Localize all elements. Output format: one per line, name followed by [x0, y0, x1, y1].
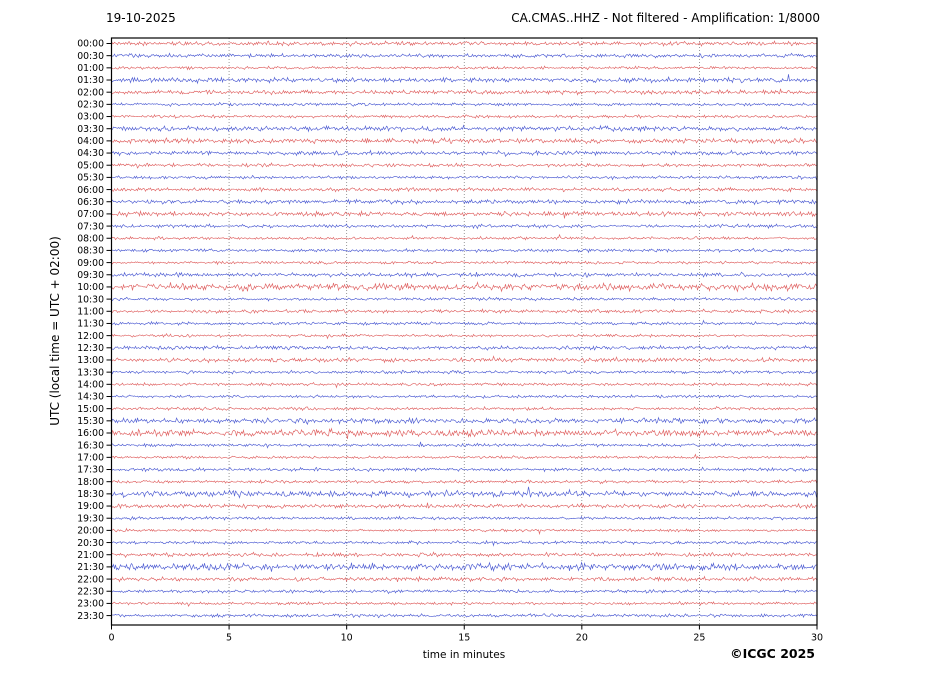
seismogram-trace — [112, 282, 818, 291]
y-tick-label: 03:00 — [77, 112, 104, 123]
y-tick-label: 10:00 — [77, 282, 104, 293]
y-tick-label: 18:00 — [77, 477, 104, 488]
y-tick-label: 19:00 — [77, 501, 104, 512]
y-tick-label: 11:30 — [77, 319, 104, 330]
seismogram-trace — [112, 66, 818, 70]
x-tick-label: 5 — [226, 633, 232, 644]
y-axis: 00:0000:3001:0001:3002:00 02:3003:0003:30… — [77, 39, 111, 622]
y-tick-label: 18:30 — [77, 489, 104, 500]
x-axis: 0 5 10 15 20 25 30 — [108, 625, 823, 644]
helicorder-screen: 19-10-2025 CA.CMAS..HHZ - Not filtered -… — [0, 0, 927, 696]
y-tick-label: 23:00 — [77, 599, 104, 610]
y-tick-label: 12:00 — [77, 331, 104, 342]
y-tick-label: 21:00 — [77, 550, 104, 561]
seismogram-trace — [112, 541, 818, 546]
x-tick-label: 25 — [693, 633, 705, 644]
y-tick-label: 07:00 — [77, 209, 104, 220]
y-tick-label: 00:30 — [77, 51, 104, 62]
x-tick-label: 30 — [811, 633, 823, 644]
y-tick-label: 09:00 — [77, 258, 104, 269]
y-tick-label: 14:30 — [77, 392, 104, 403]
y-tick-label: 17:30 — [77, 465, 104, 476]
y-tick-label: 03:30 — [77, 124, 104, 135]
y-tick-label: 08:30 — [77, 246, 104, 257]
y-tick-label: 21:30 — [77, 562, 104, 573]
y-tick-label: 16:30 — [77, 440, 104, 451]
seismogram-trace — [112, 53, 818, 58]
copyright-label: ©ICGC 2025 — [730, 646, 815, 661]
y-tick-label: 19:30 — [77, 513, 104, 524]
y-tick-label: 15:00 — [77, 404, 104, 415]
y-tick-label: 07:30 — [77, 221, 104, 232]
x-tick-label: 20 — [576, 633, 588, 644]
y-tick-label: 16:00 — [77, 428, 104, 439]
seismogram-trace — [112, 529, 818, 534]
seismogram-trace — [112, 370, 818, 374]
seismogram-trace — [112, 480, 818, 484]
gridlines — [229, 38, 699, 625]
seismogram-trace — [112, 321, 818, 326]
y-tick-label: 17:00 — [77, 453, 104, 464]
y-tick-label: 04:30 — [77, 148, 104, 159]
y-tick-label: 06:00 — [77, 185, 104, 196]
seismogram-trace — [112, 418, 818, 425]
y-tick-label: 02:30 — [77, 100, 104, 111]
y-tick-label: 20:30 — [77, 538, 104, 549]
seismogram-trace — [112, 552, 818, 557]
seismogram-trace — [112, 334, 818, 339]
y-tick-label: 22:00 — [77, 574, 104, 585]
helicorder-chart: 00:0000:3001:0001:3002:00 02:3003:0003:30… — [0, 0, 927, 696]
x-tick-label: 10 — [341, 633, 353, 644]
y-tick-label: 20:00 — [77, 526, 104, 537]
y-tick-label: 02:00 — [77, 87, 104, 98]
y-tick-label: 12:30 — [77, 343, 104, 354]
y-tick-label: 09:30 — [77, 270, 104, 281]
seismogram-trace — [112, 115, 818, 119]
y-tick-label: 22:30 — [77, 586, 104, 597]
seismogram-trace — [112, 138, 818, 144]
y-tick-label: 11:00 — [77, 306, 104, 317]
x-tick-label: 0 — [108, 633, 114, 644]
y-tick-label: 05:30 — [77, 173, 104, 184]
y-tick-label: 23:30 — [77, 611, 104, 622]
y-tick-label: 04:00 — [77, 136, 104, 147]
x-tick-label: 15 — [458, 633, 470, 644]
y-tick-label: 08:00 — [77, 233, 104, 244]
x-axis-label: time in minutes — [423, 649, 505, 661]
y-tick-label: 15:30 — [77, 416, 104, 427]
y-tick-label: 14:00 — [77, 380, 104, 391]
y-tick-label: 05:00 — [77, 160, 104, 171]
seismogram-trace — [112, 309, 818, 313]
seismogram-trace — [112, 589, 818, 593]
seismogram-trace — [112, 74, 818, 83]
y-tick-label: 10:30 — [77, 294, 104, 305]
y-tick-label: 01:30 — [77, 75, 104, 86]
y-tick-label: 06:30 — [77, 197, 104, 208]
seismogram-trace — [112, 126, 818, 132]
y-tick-label: 01:00 — [77, 63, 104, 74]
y-tick-label: 13:30 — [77, 367, 104, 378]
y-tick-label: 13:00 — [77, 355, 104, 366]
y-tick-label: 00:00 — [77, 39, 104, 50]
